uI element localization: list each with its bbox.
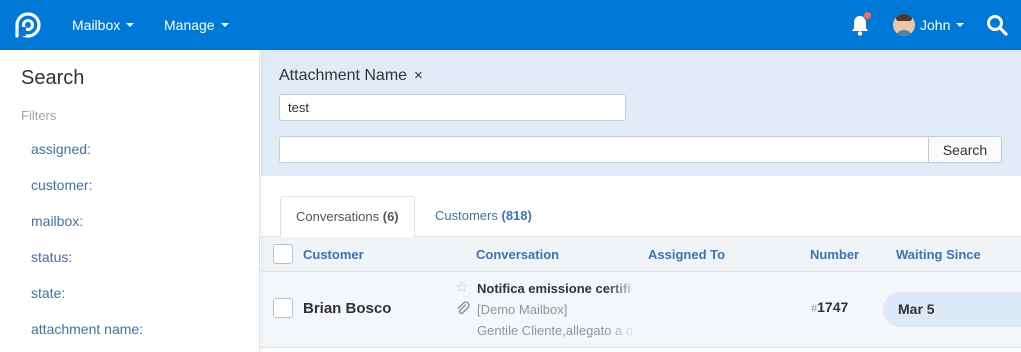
notification-badge [863,11,872,20]
mailbox-menu[interactable]: Mailbox [72,0,135,50]
chevron-down-icon [956,23,965,28]
search-input[interactable] [279,136,929,163]
tab-customers[interactable]: Customers (818) [420,196,547,237]
tab-customers-count: (818) [501,208,532,223]
conversation-number: #1747 [811,299,848,315]
customer-name[interactable]: Brian Bosco [303,300,391,317]
tab-customers-label: Customers [435,208,498,223]
column-header-assigned-to[interactable]: Assigned To [648,237,725,273]
row-checkbox[interactable] [273,298,293,318]
column-header-conversation[interactable]: Conversation [476,237,559,273]
filters-label: Filters [21,108,57,123]
mailbox-menu-label: Mailbox [72,17,121,33]
attachment-filter-label: Attachment Name [279,67,408,84]
paperclip-icon [457,301,470,315]
sidebar-title: Search [21,67,85,89]
search-button[interactable]: Search [928,136,1002,163]
manage-menu-label: Manage [164,17,215,33]
column-header-waiting-since[interactable]: Waiting Since [896,237,981,273]
chevron-down-icon [126,23,135,28]
filter-mailbox[interactable]: mailbox: [31,213,83,229]
search-icon[interactable] [985,13,1009,37]
chevron-down-icon [220,23,229,28]
tab-conversations-label: Conversations [296,209,380,224]
filter-status[interactable]: status: [31,249,72,265]
tab-conversations-count: (6) [382,209,399,224]
manage-menu[interactable]: Manage [164,0,229,50]
top-navbar: Mailbox Manage John [0,0,1021,50]
star-icon[interactable]: ☆ [455,278,468,296]
column-header-number[interactable]: Number [810,237,859,273]
number-value: 1747 [817,299,849,315]
conversation-mailbox: [Demo Mailbox] [477,302,568,317]
attachment-name-input[interactable] [279,94,626,121]
filter-assigned[interactable]: assigned: [31,141,91,157]
waiting-since-badge: Mar 5 [883,292,1021,327]
search-panel: Attachment Name × Search [261,50,1021,176]
logo-icon[interactable] [14,11,42,39]
main-content: Attachment Name × Search Conversations (… [261,50,1021,352]
results-tabs: Conversations (6) Customers (818) [261,176,1021,238]
filter-state[interactable]: state: [31,285,65,301]
search-sidebar: Search Filters assigned: customer: mailb… [0,50,260,352]
user-name: John [920,17,951,33]
table-row[interactable]: Brian Bosco ☆ Notifica emissione certifi… [261,272,1021,348]
user-menu[interactable]: John [920,0,965,50]
avatar[interactable] [893,14,915,36]
column-header-customer[interactable]: Customer [303,237,364,273]
select-all-checkbox[interactable] [273,244,293,264]
table-header: Customer Conversation Assigned To Number… [261,237,1021,272]
close-icon[interactable]: × [414,67,423,84]
text-fade-overlay [607,272,637,347]
filter-attachment-name[interactable]: attachment name: [31,321,143,337]
filter-customer[interactable]: customer: [31,177,92,193]
tab-conversations[interactable]: Conversations (6) [280,196,415,238]
